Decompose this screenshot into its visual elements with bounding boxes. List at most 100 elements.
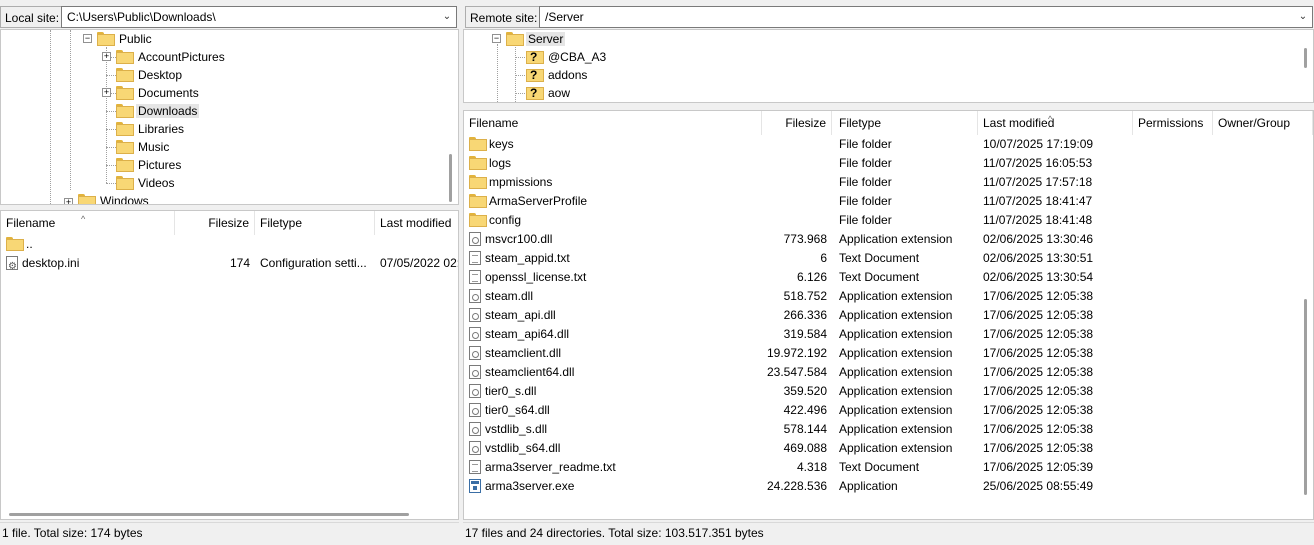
table-row[interactable]: arma3server_readme.txt 4.318 Text Document…: [464, 458, 1313, 477]
local-list-hscrollbar[interactable]: [3, 511, 443, 517]
tree-item-cba-a3[interactable]: ? @CBA_A3: [526, 48, 608, 66]
file-name: vstdlib_s.dll: [485, 422, 548, 436]
table-row[interactable]: desktop.ini 174 Configuration setti... 0…: [1, 254, 458, 273]
tree-guide-line: [106, 75, 116, 76]
table-row[interactable]: steamclient64.dll 23.547.584 Application e…: [464, 363, 1313, 382]
tree-guide-line: [106, 147, 116, 148]
dll-file-icon: [469, 289, 481, 303]
folder-icon: [469, 137, 487, 151]
column-permissions[interactable]: Permissions: [1133, 111, 1213, 135]
column-owner-group[interactable]: Owner/Group: [1213, 111, 1313, 135]
column-filesize[interactable]: Filesize: [175, 211, 255, 235]
table-row[interactable]: steamclient.dll 19.972.192 Application ext…: [464, 344, 1313, 363]
remote-path-input[interactable]: /Server ⌄: [539, 6, 1313, 28]
table-row[interactable]: ..: [1, 235, 458, 254]
chevron-down-icon[interactable]: ⌄: [1297, 10, 1309, 24]
column-filesize[interactable]: Filesize: [762, 111, 832, 135]
plus-expander-icon[interactable]: +: [102, 88, 111, 97]
table-row[interactable]: vstdlib_s.dll 578.144 Application extensio…: [464, 420, 1313, 439]
dll-file-icon: [469, 308, 481, 322]
table-row[interactable]: openssl_license.txt 6.126 Text Document 02/…: [464, 268, 1313, 287]
file-name: steam.dll: [485, 289, 534, 303]
dll-file-icon: [469, 422, 481, 436]
tree-item-downloads[interactable]: Downloads: [116, 102, 200, 120]
file-modified: 11/07/2025 17:57:18: [983, 175, 1093, 189]
plus-expander-icon[interactable]: +: [64, 198, 73, 204]
table-row[interactable]: tier0_s.dll 359.520 Application extension 1…: [464, 382, 1313, 401]
file-size: [762, 173, 832, 192]
table-row[interactable]: steam_appid.txt 6 Text Document 02/06/2025 …: [464, 249, 1313, 268]
table-row[interactable]: tier0_s64.dll 422.496 Application extensio…: [464, 401, 1313, 420]
tree-item-accountpictures[interactable]: AccountPictures: [116, 48, 227, 66]
table-row[interactable]: arma3server.exe 24.228.536 Application 25/0…: [464, 477, 1313, 496]
table-row[interactable]: steam_api64.dll 319.584 Application extens…: [464, 325, 1313, 344]
file-name: ArmaServerProfile: [489, 194, 588, 208]
column-filename[interactable]: Filename ^: [1, 211, 175, 235]
remote-directory-tree[interactable]: − Server ? @CBA_A3 ? addons ? aow: [463, 29, 1314, 103]
local-site-label: Local site:: [0, 6, 64, 28]
text-file-icon: [469, 460, 481, 474]
file-name: desktop.ini: [22, 256, 80, 270]
file-modified: 17/06/2025 12:05:38: [983, 346, 1094, 360]
tree-item-pictures[interactable]: Pictures: [116, 156, 183, 174]
folder-icon: [97, 32, 115, 46]
file-size: 518.752: [783, 289, 827, 303]
file-name: steam_api.dll: [485, 308, 556, 322]
scrollbar-thumb[interactable]: [9, 513, 409, 516]
tree-item-server[interactable]: Server: [506, 30, 566, 48]
tree-item-music[interactable]: Music: [116, 138, 171, 156]
dll-file-icon: [469, 403, 481, 417]
scrollbar-thumb[interactable]: [449, 154, 452, 202]
table-row[interactable]: keys File folder 10/07/2025 17:19:09: [464, 135, 1313, 154]
local-file-list[interactable]: Filename ^ Filesize Filetype Last modifi…: [0, 210, 459, 520]
tree-item-documents[interactable]: Documents: [116, 84, 201, 102]
file-modified: 17/06/2025 12:05:38: [983, 365, 1094, 379]
tree-guide-line: [106, 129, 116, 130]
file-modified: 11/07/2025 18:41:48: [983, 213, 1093, 227]
file-type: Application extension: [839, 289, 953, 303]
tree-item-libraries[interactable]: Libraries: [116, 120, 186, 138]
folder-icon: [116, 50, 134, 64]
minus-expander-icon[interactable]: −: [83, 34, 92, 43]
local-path-input[interactable]: C:\Users\Public\Downloads\ ⌄: [61, 6, 457, 28]
text-file-icon: [469, 270, 481, 284]
tree-item-videos[interactable]: Videos: [116, 174, 176, 192]
column-filename[interactable]: Filename: [464, 111, 762, 135]
tree-item-addons[interactable]: ? addons: [526, 66, 589, 84]
table-row[interactable]: steam_api.dll 266.336 Application extensio…: [464, 306, 1313, 325]
plus-expander-icon[interactable]: +: [102, 52, 111, 61]
column-last-modified[interactable]: Last modified: [375, 211, 458, 235]
table-row[interactable]: config File folder 11/07/2025 18:41:48: [464, 211, 1313, 230]
table-row[interactable]: ArmaServerProfile File folder 11/07/2025 1…: [464, 192, 1313, 211]
tree-item-public[interactable]: Public: [97, 30, 154, 48]
table-row[interactable]: msvcr100.dll 773.968 Application extension…: [464, 230, 1313, 249]
table-row[interactable]: vstdlib_s64.dll 469.088 Application extens…: [464, 439, 1313, 458]
column-filetype[interactable]: Filetype: [834, 111, 978, 135]
remote-pane: Remote site: /Server ⌄ − Server ? @CBA_A3…: [463, 0, 1314, 545]
column-last-modified[interactable]: Last modified ^: [978, 111, 1133, 135]
tree-item-desktop[interactable]: Desktop: [116, 66, 184, 84]
file-modified: 17/06/2025 12:05:38: [983, 308, 1094, 322]
table-row[interactable]: mpmissions File folder 11/07/2025 17:57:18: [464, 173, 1313, 192]
file-modified: 17/06/2025 12:05:38: [983, 327, 1094, 341]
scrollbar-thumb[interactable]: [1304, 48, 1307, 68]
table-row[interactable]: steam.dll 518.752 Application extension 17/…: [464, 287, 1313, 306]
file-type: Configuration setti...: [260, 256, 367, 270]
remote-tree-scrollbar[interactable]: [1302, 30, 1310, 102]
chevron-down-icon[interactable]: ⌄: [441, 10, 453, 24]
local-directory-tree[interactable]: − Public + AccountPictures Desktop + Doc…: [0, 29, 459, 205]
tree-item-windows[interactable]: Windows: [78, 192, 151, 204]
scrollbar-thumb[interactable]: [1304, 299, 1307, 495]
file-modified: 17/06/2025 12:05:38: [983, 441, 1094, 455]
minus-expander-icon[interactable]: −: [492, 34, 501, 43]
remote-file-list[interactable]: Filename Filesize Filetype Last modified…: [463, 110, 1314, 520]
tree-item-aow[interactable]: ? aow: [526, 84, 572, 102]
file-name: tier0_s64.dll: [485, 403, 550, 417]
file-name: steam_appid.txt: [485, 251, 570, 265]
dll-file-icon: [469, 327, 481, 341]
local-tree-scrollbar[interactable]: [447, 30, 455, 204]
file-name: openssl_license.txt: [485, 270, 587, 284]
remote-list-scrollbar[interactable]: [1302, 135, 1310, 519]
column-filetype[interactable]: Filetype: [255, 211, 375, 235]
table-row[interactable]: logs File folder 11/07/2025 16:05:53: [464, 154, 1313, 173]
